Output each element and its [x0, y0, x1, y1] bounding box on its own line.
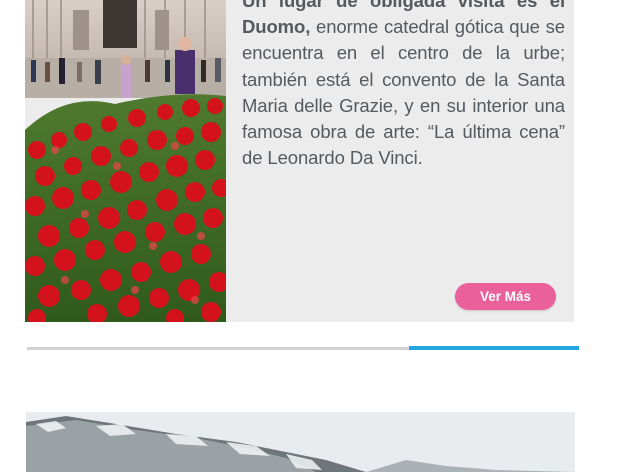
- article-card: Un lugar de obligada visita es el Duomo,…: [25, 0, 574, 322]
- carousel-progress-track: [27, 347, 409, 350]
- ver-mas-button[interactable]: Ver Más: [455, 283, 556, 310]
- carousel-progress-indicator: [409, 346, 579, 350]
- next-article-photo: [26, 412, 575, 472]
- duomo-flowers-photo: [25, 0, 226, 322]
- article-body-text: enorme catedral gótica que se encuentra …: [242, 16, 565, 169]
- article-description: Un lugar de obligada visita es el Duomo,…: [242, 0, 565, 171]
